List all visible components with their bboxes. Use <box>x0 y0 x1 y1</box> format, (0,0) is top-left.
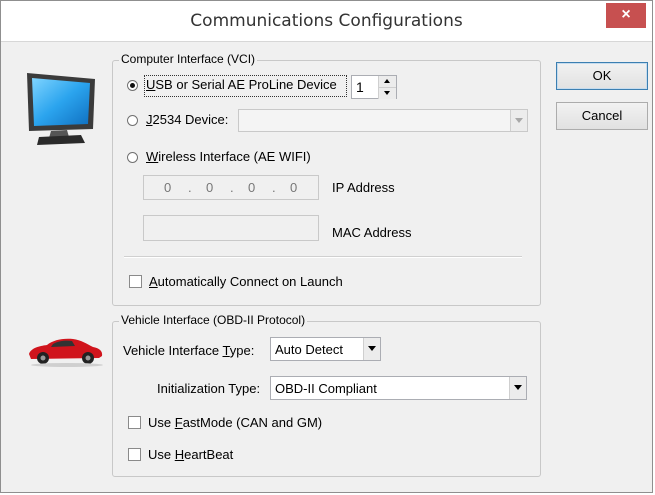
fastmode-text-pre: Use <box>148 415 175 430</box>
ip-dot-1: . <box>188 180 192 195</box>
stepper-down-button[interactable] <box>378 87 396 99</box>
red-car-icon <box>29 338 103 367</box>
wireless-radio[interactable] <box>127 152 138 163</box>
ip-octet-1: 0 <box>164 180 172 195</box>
title-bar: Communications Configurations × <box>1 1 652 42</box>
cancel-button[interactable]: Cancel <box>556 102 648 130</box>
ip-dot-2: . <box>230 180 234 195</box>
initialization-type-value: OBD-II Compliant <box>275 381 377 396</box>
vit-text-post: ype: <box>229 343 255 358</box>
vehicle-interface-type-value: Auto Detect <box>275 342 343 357</box>
ip-address-field[interactable]: 0 . 0 . 0 . 0 <box>143 175 319 200</box>
close-button[interactable]: × <box>606 3 646 28</box>
fastmode-text-post: astMode (CAN and GM) <box>182 415 323 430</box>
chevron-down-icon[interactable] <box>363 338 380 360</box>
vit-accel: T <box>222 343 230 358</box>
auto-connect-accel: A <box>149 274 158 289</box>
ip-address-label: IP Address <box>332 180 395 195</box>
computer-interface-legend: Computer Interface (VCI) <box>119 52 258 66</box>
heartbeat-text-post: eartBeat <box>184 447 234 462</box>
heartbeat-checkbox[interactable] <box>128 448 141 461</box>
device-count-stepper[interactable]: 1 <box>351 75 397 99</box>
chevron-down-icon <box>384 91 390 95</box>
vit-text-pre: Vehicle Interface <box>123 343 223 358</box>
j2534-text: 2534 Device: <box>152 112 229 127</box>
j2534-radio-label[interactable]: J2534 Device: <box>146 112 228 127</box>
monitor-icon <box>27 73 95 145</box>
fastmode-checkbox[interactable] <box>128 416 141 429</box>
vehicle-interface-legend: Vehicle Interface (OBD-II Protocol) <box>119 313 308 327</box>
chevron-down-icon[interactable] <box>510 110 527 131</box>
ip-octet-4: 0 <box>290 180 298 195</box>
device-count-value: 1 <box>356 79 364 95</box>
heartbeat-text-pre: Use <box>148 447 175 462</box>
initialization-type-label: Initialization Type: <box>157 381 261 396</box>
auto-connect-text: utomatically Connect on Launch <box>157 274 343 289</box>
initialization-type-select[interactable]: OBD-II Compliant <box>270 376 527 400</box>
auto-connect-checkbox[interactable] <box>129 275 142 288</box>
vehicle-interface-type-label: Vehicle Interface Type: <box>123 343 254 358</box>
chevron-up-icon <box>384 79 390 83</box>
ip-dot-3: . <box>272 180 276 195</box>
j2534-device-combo[interactable] <box>238 109 528 132</box>
vehicle-interface-type-select[interactable]: Auto Detect <box>270 337 381 361</box>
mac-address-field[interactable] <box>143 215 319 241</box>
window-title: Communications Configurations <box>190 11 463 31</box>
heartbeat-label[interactable]: Use HeartBeat <box>148 447 233 462</box>
chevron-down-icon[interactable] <box>509 377 526 399</box>
heartbeat-accel: H <box>174 447 185 462</box>
wireless-accel: W <box>146 149 159 164</box>
fastmode-accel: F <box>174 415 183 430</box>
auto-connect-label[interactable]: Automatically Connect on Launch <box>149 274 343 289</box>
stepper-up-button[interactable] <box>378 76 396 87</box>
j2534-radio[interactable] <box>127 115 138 126</box>
divider <box>124 256 522 258</box>
wireless-text: ireless Interface (AE WIFI) <box>158 149 311 164</box>
ip-octet-2: 0 <box>206 180 214 195</box>
wireless-radio-label[interactable]: Wireless Interface (AE WIFI) <box>146 149 311 164</box>
communications-dialog: Communications Configurations × Computer… <box>0 0 653 493</box>
mac-address-label: MAC Address <box>332 225 412 240</box>
ok-button[interactable]: OK <box>556 62 648 90</box>
ip-octet-3: 0 <box>248 180 256 195</box>
fastmode-label[interactable]: Use FastMode (CAN and GM) <box>148 415 322 430</box>
usb-radio[interactable] <box>127 80 138 91</box>
usb-focus-rect <box>144 75 347 97</box>
